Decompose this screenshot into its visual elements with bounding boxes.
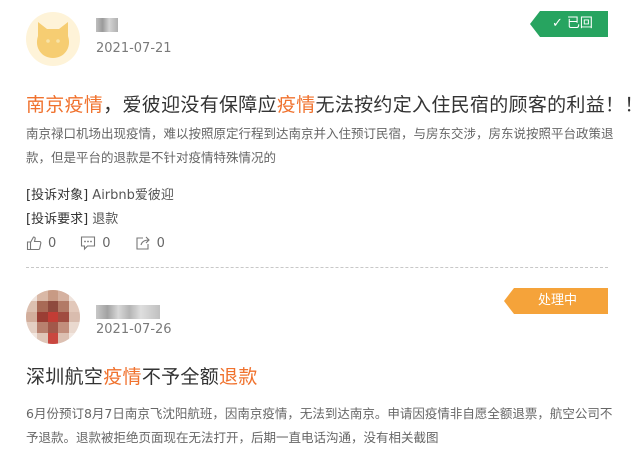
title-text: 不予全额 — [141, 366, 220, 388]
complaint-target: [投诉对象] Airbnb爱彼迎 — [26, 184, 174, 203]
like-button[interactable]: 0 — [26, 235, 56, 251]
complaint-title[interactable]: 深圳航空疫情不予全额退款 — [26, 362, 258, 389]
complaint-target-label: [投诉对象] — [26, 188, 89, 203]
title-text: 无法按约定入住民宿的顾客的利益！！ — [315, 94, 640, 116]
status-badge: 处理中 — [504, 288, 608, 314]
complaint-description: 6月份预订8月7日南京飞沈阳航班，因南京疫情，无法到达南京。申请因疫情非自愿全额… — [26, 406, 613, 445]
like-count: 0 — [48, 235, 57, 251]
cat-avatar-icon — [36, 22, 70, 58]
avatar[interactable] — [26, 12, 80, 66]
comment-icon — [81, 236, 96, 251]
title-text: 深圳航空 — [26, 366, 104, 388]
complaint-request-label: [投诉要求] — [26, 212, 89, 227]
complaint-target-value[interactable]: Airbnb爱彼迎 — [92, 188, 174, 203]
post-date: 2021-07-26 — [96, 322, 172, 337]
avatar[interactable] — [26, 290, 80, 344]
complaint-description: 南京禄口机场出现疫情，难以按照原定行程到达南京并入住预订民宿，与房东交涉，房东说… — [26, 126, 614, 165]
blurred-avatar-image — [26, 290, 80, 344]
username-blurred — [96, 18, 118, 32]
comment-button[interactable]: 0 — [80, 235, 111, 251]
comment-count: 0 — [102, 235, 111, 251]
status-badge: ✓ 已回复 — [530, 11, 608, 37]
check-icon: ✓ — [552, 16, 563, 31]
title-highlight: 疫情 — [103, 366, 142, 388]
complaint-request: [投诉要求] 退款 — [26, 208, 118, 227]
title-highlight: 疫情 — [276, 94, 316, 116]
share-button[interactable]: 0 — [135, 235, 165, 251]
complaint-request-value: 退款 — [92, 212, 119, 227]
username-blurred — [96, 305, 160, 319]
post-date: 2021-07-21 — [96, 41, 172, 56]
share-icon — [136, 236, 150, 250]
title-text: ，爱彼迎没有保障应 — [103, 94, 277, 116]
complaint-card[interactable]: 2021-07-21 ✓ 已回复 南京疫情，爱彼迎没有保障应疫情无法按约定入住民宿… — [0, 0, 640, 268]
title-highlight: 南京疫情 — [26, 94, 104, 116]
thumbs-up-icon — [26, 236, 42, 251]
title-highlight: 退款 — [219, 366, 258, 388]
complaint-card[interactable]: 2021-07-26 处理中 深圳航空疫情不予全额退款 6月份预订8月7日南京飞… — [0, 268, 640, 452]
action-bar: 0 0 0 — [26, 235, 165, 251]
complaint-title[interactable]: 南京疫情，爱彼迎没有保障应疫情无法按约定入住民宿的顾客的利益！！ — [26, 90, 640, 117]
share-count: 0 — [156, 235, 165, 251]
